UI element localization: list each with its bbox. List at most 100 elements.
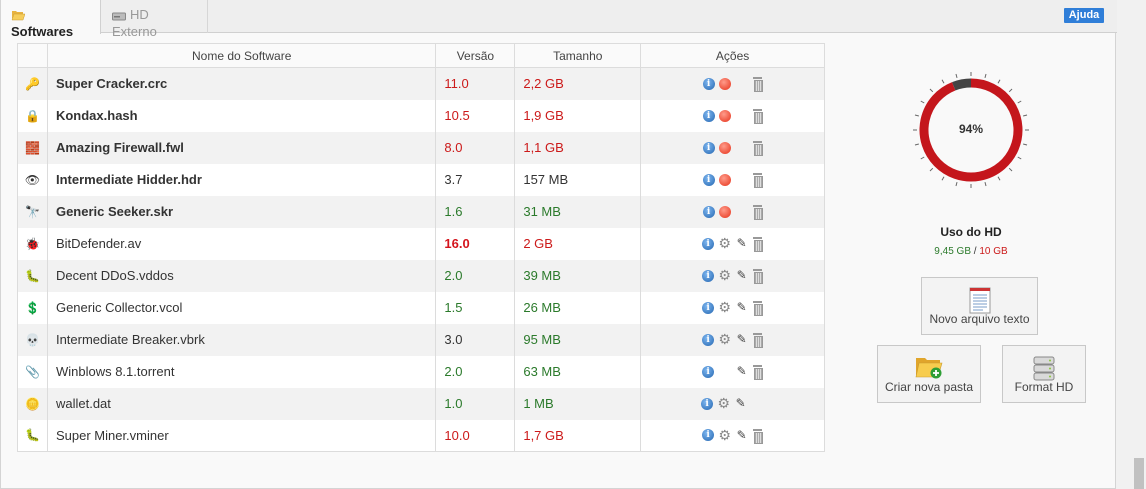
software-version: 1.0 — [435, 387, 516, 420]
info-icon[interactable]: i — [702, 269, 715, 282]
gauge-tick — [984, 182, 987, 187]
new-text-file-button[interactable]: Novo arquivo texto — [921, 277, 1038, 335]
software-name[interactable]: Generic Seeker.skr — [46, 195, 437, 228]
wand-icon[interactable]: ✎ — [735, 237, 748, 250]
gear-icon[interactable]: ⚙ — [718, 268, 731, 282]
software-name[interactable]: Decent DDoS.vddos — [46, 259, 437, 292]
trash-icon[interactable] — [752, 77, 763, 93]
row-actions: i — [640, 67, 825, 100]
trash-icon[interactable] — [752, 301, 764, 316]
trash-icon[interactable] — [752, 173, 763, 188]
page-scrollbar[interactable] — [1131, 0, 1146, 489]
stop-icon[interactable] — [718, 77, 731, 90]
row-icon-cell: 💲 — [17, 291, 48, 324]
hd-usage-text: 9,45 GB / 10 GB — [901, 246, 1041, 257]
software-size: 63 MB — [514, 355, 642, 388]
lock-icon: 🔒 — [25, 108, 40, 123]
software-name[interactable]: BitDefender.av — [46, 227, 437, 260]
software-name[interactable]: Winblows 8.1.torrent — [46, 355, 437, 388]
stop-icon[interactable] — [718, 141, 731, 154]
software-name[interactable]: Generic Collector.vcol — [46, 291, 437, 324]
trash-icon[interactable] — [752, 428, 764, 444]
trash-icon[interactable] — [752, 205, 763, 220]
row-actions: i — [640, 195, 825, 228]
help-button[interactable]: Ajuda — [1064, 8, 1104, 23]
row-actions: i ⚙ ✎ — [640, 259, 825, 292]
software-name[interactable]: Kondax.hash — [46, 99, 437, 132]
wand-icon[interactable]: ✎ — [735, 301, 748, 314]
row-icon-cell: 📎 — [17, 355, 48, 388]
row-icon-cell: 🔑 — [17, 67, 48, 100]
info-icon[interactable]: i — [702, 77, 715, 90]
gauge-tick — [1008, 167, 1013, 172]
gear-icon[interactable]: ⚙ — [718, 236, 731, 250]
software-name[interactable]: Super Miner.vminer — [46, 419, 437, 452]
gauge-tick — [920, 156, 925, 160]
gear-icon[interactable]: ⚙ — [718, 300, 731, 314]
tab-softwares[interactable]: Softwares — [1, 0, 101, 39]
software-name[interactable]: Intermediate Breaker.vbrk — [46, 323, 437, 356]
paperclip-icon: 📎 — [25, 364, 40, 379]
stop-icon[interactable] — [718, 173, 731, 186]
row-icon-cell: 🔒 — [17, 99, 48, 132]
trash-icon[interactable] — [752, 269, 764, 284]
format-hd-button[interactable]: Format HD — [1002, 345, 1086, 403]
row-icon-cell: 🐛 — [17, 419, 48, 452]
trash-icon[interactable] — [752, 365, 764, 380]
scrollbar-thumb[interactable] — [1134, 458, 1144, 489]
trash-icon[interactable] — [752, 333, 764, 348]
gauge-tick — [1023, 143, 1028, 146]
stop-icon[interactable] — [718, 205, 731, 218]
trash-icon[interactable] — [752, 141, 763, 156]
software-name[interactable]: Intermediate Hidder.hdr — [46, 163, 437, 196]
stop-icon[interactable] — [718, 109, 731, 122]
info-icon[interactable]: i — [701, 397, 714, 410]
gear-icon[interactable]: ⚙ — [718, 332, 731, 346]
new-folder-button[interactable]: Criar nova pasta — [877, 345, 981, 403]
wand-icon[interactable]: ✎ — [734, 397, 747, 410]
software-name[interactable]: wallet.dat — [46, 387, 437, 420]
hard-drive-icon — [112, 9, 126, 24]
wand-icon[interactable]: ✎ — [735, 428, 748, 442]
info-icon[interactable]: i — [702, 301, 715, 314]
info-icon[interactable]: i — [702, 429, 715, 442]
skull-icon: 💀 — [25, 332, 40, 347]
trash-icon[interactable] — [752, 237, 764, 252]
software-size: 95 MB — [514, 323, 642, 356]
wand-icon[interactable]: ✎ — [735, 269, 748, 282]
trash-icon[interactable] — [752, 109, 763, 124]
database-icon — [1033, 356, 1055, 381]
software-size: 1,1 GB — [514, 131, 642, 164]
gauge-free-arc — [952, 78, 972, 91]
tab-hd-externo[interactable]: HD Externo — [102, 0, 208, 39]
header-version[interactable]: Versão — [435, 43, 516, 68]
software-version: 10.0 — [435, 419, 516, 452]
software-version: 3.0 — [435, 323, 516, 356]
info-icon[interactable]: i — [702, 109, 715, 122]
software-name[interactable]: Super Cracker.crc — [46, 67, 437, 100]
empty-action-slot — [735, 109, 748, 122]
gauge-tick — [955, 73, 958, 78]
info-icon[interactable]: i — [702, 333, 715, 346]
gauge-tick — [941, 176, 945, 181]
row-icon-cell: 👁 — [17, 163, 48, 196]
software-name[interactable]: Amazing Firewall.fwl — [46, 131, 437, 164]
gauge-tick — [920, 100, 925, 104]
header-size[interactable]: Tamanho — [514, 43, 642, 68]
info-icon[interactable]: i — [702, 141, 715, 154]
info-icon[interactable]: i — [702, 237, 715, 250]
gear-icon[interactable]: ⚙ — [717, 396, 730, 410]
software-size: 1,7 GB — [514, 419, 642, 452]
info-icon[interactable]: i — [702, 205, 715, 218]
info-icon[interactable]: i — [702, 173, 715, 186]
gear-icon[interactable]: ⚙ — [718, 428, 731, 442]
gauge-tick — [997, 176, 1001, 181]
wand-icon[interactable]: ✎ — [735, 365, 748, 378]
header-name[interactable]: Nome do Software — [46, 43, 437, 68]
table-row: 👁 Intermediate Hidder.hdr 3.7 157 MB i — [17, 163, 825, 196]
wand-icon[interactable]: ✎ — [735, 333, 748, 346]
firewall-icon: 🧱 — [25, 140, 40, 155]
software-panel: Softwares HD Externo Ajuda Nome do Softw… — [0, 0, 1117, 489]
info-icon[interactable]: i — [702, 365, 715, 378]
gauge-tick — [997, 79, 1001, 84]
